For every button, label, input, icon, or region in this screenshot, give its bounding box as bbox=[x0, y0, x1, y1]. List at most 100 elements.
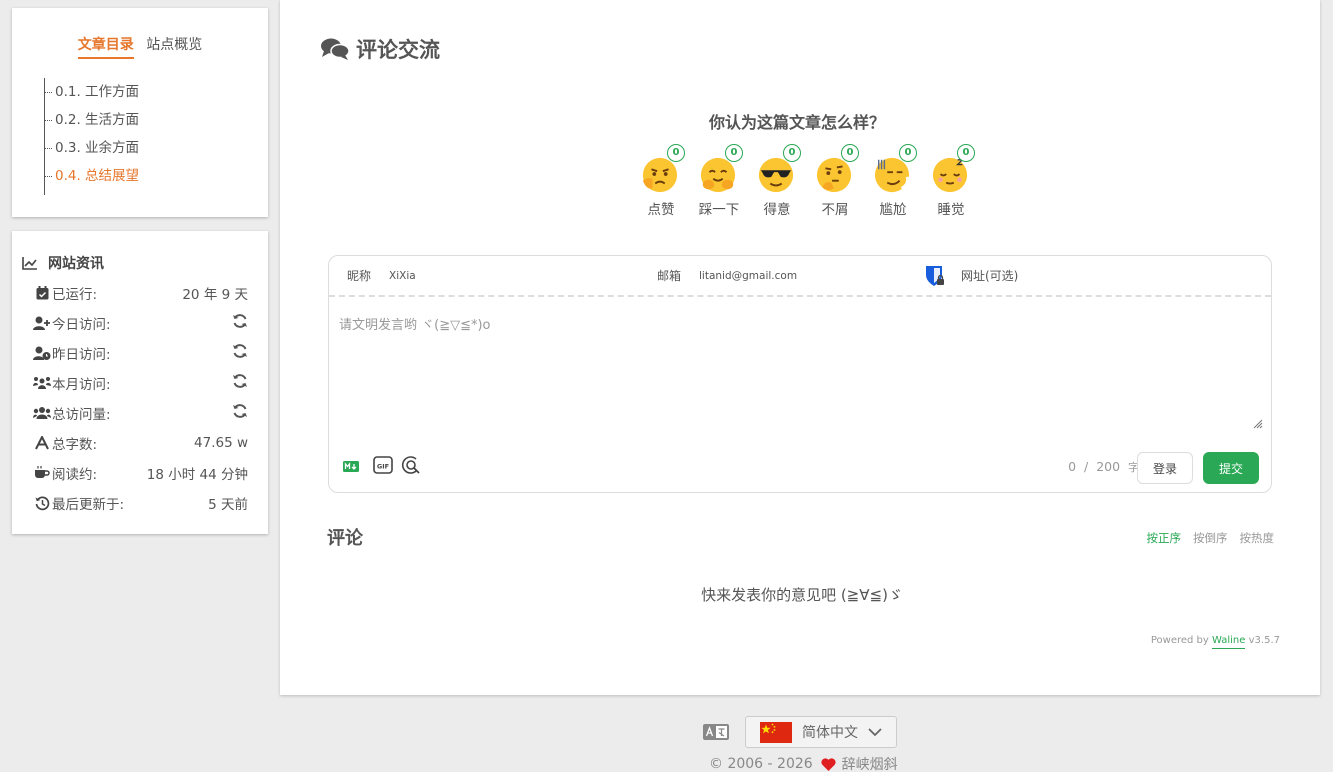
reaction-count: 0 bbox=[783, 144, 801, 162]
reaction-label: 点赞 bbox=[647, 202, 675, 218]
heart-icon bbox=[821, 757, 836, 771]
powered-by: Powered by Waline v3.5.7 bbox=[1150, 635, 1280, 649]
page-title: 评论交流 bbox=[320, 34, 440, 64]
comments-icon bbox=[321, 38, 350, 60]
reaction-awkward[interactable]: 0 尴尬 bbox=[864, 144, 922, 218]
info-label: 昨日访问: bbox=[52, 347, 111, 363]
sort-descending[interactable]: 按倒序 bbox=[1193, 530, 1228, 546]
toc-tabs: 文章目录 站点概览 bbox=[12, 34, 268, 59]
info-label: 已运行: bbox=[52, 287, 98, 303]
reaction-count: 0 bbox=[957, 144, 975, 162]
site-info-card: 网站资讯 已运行: 20 年 9 天 今日访问: 昨日访问: 本月访问: 总访问… bbox=[12, 231, 268, 534]
toc-item[interactable]: 0.3. 业余方面 bbox=[44, 134, 139, 162]
toc-item[interactable]: 0.1. 工作方面 bbox=[44, 78, 139, 106]
toc-item[interactable]: 0.2. 生活方面 bbox=[44, 106, 139, 134]
nick-field[interactable]: 昵称 XiXia bbox=[329, 256, 639, 295]
site-info-title: 网站资讯 bbox=[22, 253, 104, 273]
info-label: 今日访问: bbox=[52, 317, 111, 333]
mail-input[interactable]: litanid@gmail.com bbox=[699, 270, 797, 282]
info-row-runtime: 已运行: 20 年 9 天 bbox=[32, 278, 248, 308]
page-title-text: 评论交流 bbox=[356, 38, 440, 62]
login-button[interactable]: 登录 bbox=[1137, 452, 1193, 484]
reactions: 0 点赞 0 踩一下 0 得意 0 不屑 0 尴尬 0 睡觉 bbox=[632, 144, 980, 218]
reaction-label: 尴尬 bbox=[879, 202, 907, 218]
gif-icon[interactable]: GIF bbox=[373, 456, 393, 474]
toc-card: 文章目录 站点概览 0.1. 工作方面 0.2. 生活方面 0.3. 业余方面 … bbox=[12, 8, 268, 217]
word-count: 0 bbox=[1068, 459, 1077, 474]
reaction-label: 睡觉 bbox=[937, 202, 965, 218]
info-row-reading: 阅读约: 18 小时 44 分钟 bbox=[32, 458, 248, 488]
toc-item-active[interactable]: 0.4. 总结展望 bbox=[44, 162, 139, 190]
info-value: 5 天前 bbox=[208, 497, 248, 513]
comments-panel: 评论交流 你认为这篇文章怎么样？ 0 点赞 0 踩一下 0 得意 0 不屑 0 … bbox=[280, 0, 1320, 695]
nick-input[interactable]: XiXia bbox=[389, 270, 416, 282]
info-row-updated: 最后更新于: 5 天前 bbox=[32, 488, 248, 518]
site-info-rows: 已运行: 20 年 9 天 今日访问: 昨日访问: 本月访问: 总访问量: 总字… bbox=[32, 278, 248, 518]
reaction-label: 得意 bbox=[763, 202, 791, 218]
info-label: 最后更新于: bbox=[52, 497, 125, 513]
info-row-yesterday: 昨日访问: bbox=[32, 338, 248, 368]
comment-sort: 按正序 按倒序 按热度 bbox=[1135, 530, 1275, 546]
info-value: 20 年 9 天 bbox=[182, 287, 248, 303]
mail-field[interactable]: 邮箱 litanid@gmail.com bbox=[639, 256, 929, 295]
copyright-text: © 2006 - 2026 bbox=[709, 756, 813, 772]
mail-label: 邮箱 bbox=[657, 269, 682, 283]
info-label: 总访问量: bbox=[52, 407, 111, 423]
coffee-icon bbox=[32, 466, 52, 480]
line-chart-icon bbox=[22, 257, 37, 270]
chevron-down-icon bbox=[868, 727, 882, 736]
svg-text:GIF: GIF bbox=[377, 463, 389, 471]
tab-site-overview[interactable]: 站点概览 bbox=[146, 34, 202, 57]
font-icon bbox=[32, 436, 52, 450]
sort-hot[interactable]: 按热度 bbox=[1240, 530, 1275, 546]
link-label: 网址(可选) bbox=[961, 269, 1019, 283]
link-field[interactable]: 网址(可选) bbox=[926, 256, 1036, 295]
reaction-count: 0 bbox=[899, 144, 917, 162]
reaction-dislike[interactable]: 0 踩一下 bbox=[690, 144, 748, 218]
copyright: © 2006 - 2026 辞峡烟斜 bbox=[709, 754, 898, 772]
history-icon bbox=[32, 496, 52, 511]
info-label: 阅读约: bbox=[52, 467, 98, 483]
user-clock-icon bbox=[32, 346, 52, 360]
info-value: 18 小时 44 分钟 bbox=[146, 467, 248, 483]
reaction-label: 不屑 bbox=[821, 202, 849, 218]
reaction-sleep[interactable]: 0 睡觉 bbox=[922, 144, 980, 218]
preview-icon[interactable] bbox=[401, 456, 421, 474]
info-row-total: 总访问量: bbox=[32, 398, 248, 428]
language-label: 简体中文 bbox=[802, 725, 858, 741]
powered-prefix: Powered by bbox=[1150, 635, 1209, 646]
toc-list: 0.1. 工作方面 0.2. 生活方面 0.3. 业余方面 0.4. 总结展望 bbox=[44, 78, 139, 195]
sync-icon bbox=[232, 373, 248, 393]
empty-comments: 快来发表你的意见吧 (≧∀≦)ゞ bbox=[701, 586, 903, 604]
calendar-check-icon bbox=[32, 286, 52, 300]
word-counter: 0 / 200 字 bbox=[1068, 459, 1139, 474]
reaction-count: 0 bbox=[667, 144, 685, 162]
sync-icon bbox=[232, 343, 248, 363]
user-plus-icon bbox=[32, 316, 52, 330]
comment-editor: 昵称 XiXia 邮箱 litanid@gmail.com 网址(可选) 请文明… bbox=[328, 255, 1272, 493]
comments-title: 评论 bbox=[327, 528, 363, 549]
comment-textarea[interactable]: 请文明发言哟 ヾ(≧▽≦*)o bbox=[339, 314, 491, 333]
reaction-label: 踩一下 bbox=[698, 202, 740, 218]
reaction-proud[interactable]: 0 得意 bbox=[748, 144, 806, 218]
waline-version: v3.5.7 bbox=[1248, 635, 1280, 646]
sort-ascending[interactable]: 按正序 bbox=[1147, 530, 1182, 546]
china-flag-icon bbox=[760, 721, 792, 743]
submit-button[interactable]: 提交 bbox=[1203, 452, 1259, 484]
author-name[interactable]: 辞峡烟斜 bbox=[842, 754, 898, 772]
waline-link[interactable]: Waline bbox=[1212, 635, 1246, 649]
reaction-disdain[interactable]: 0 不屑 bbox=[806, 144, 864, 218]
reaction-like[interactable]: 0 点赞 bbox=[632, 144, 690, 218]
sync-icon bbox=[232, 403, 248, 423]
resize-handle-icon[interactable] bbox=[1253, 419, 1263, 429]
sync-icon bbox=[232, 313, 248, 333]
users-icon bbox=[32, 406, 52, 420]
tab-toc[interactable]: 文章目录 bbox=[77, 34, 134, 59]
reaction-count: 0 bbox=[725, 144, 743, 162]
editor-footer: GIF 0 / 200 字 登录 提交 bbox=[329, 444, 1271, 492]
info-row-words: 总字数: 47.65 w bbox=[32, 428, 248, 458]
users-group-icon bbox=[32, 376, 52, 390]
markdown-icon[interactable] bbox=[343, 461, 359, 472]
site-info-title-text: 网站资讯 bbox=[48, 256, 104, 272]
language-select[interactable]: 简体中文 bbox=[745, 716, 897, 748]
